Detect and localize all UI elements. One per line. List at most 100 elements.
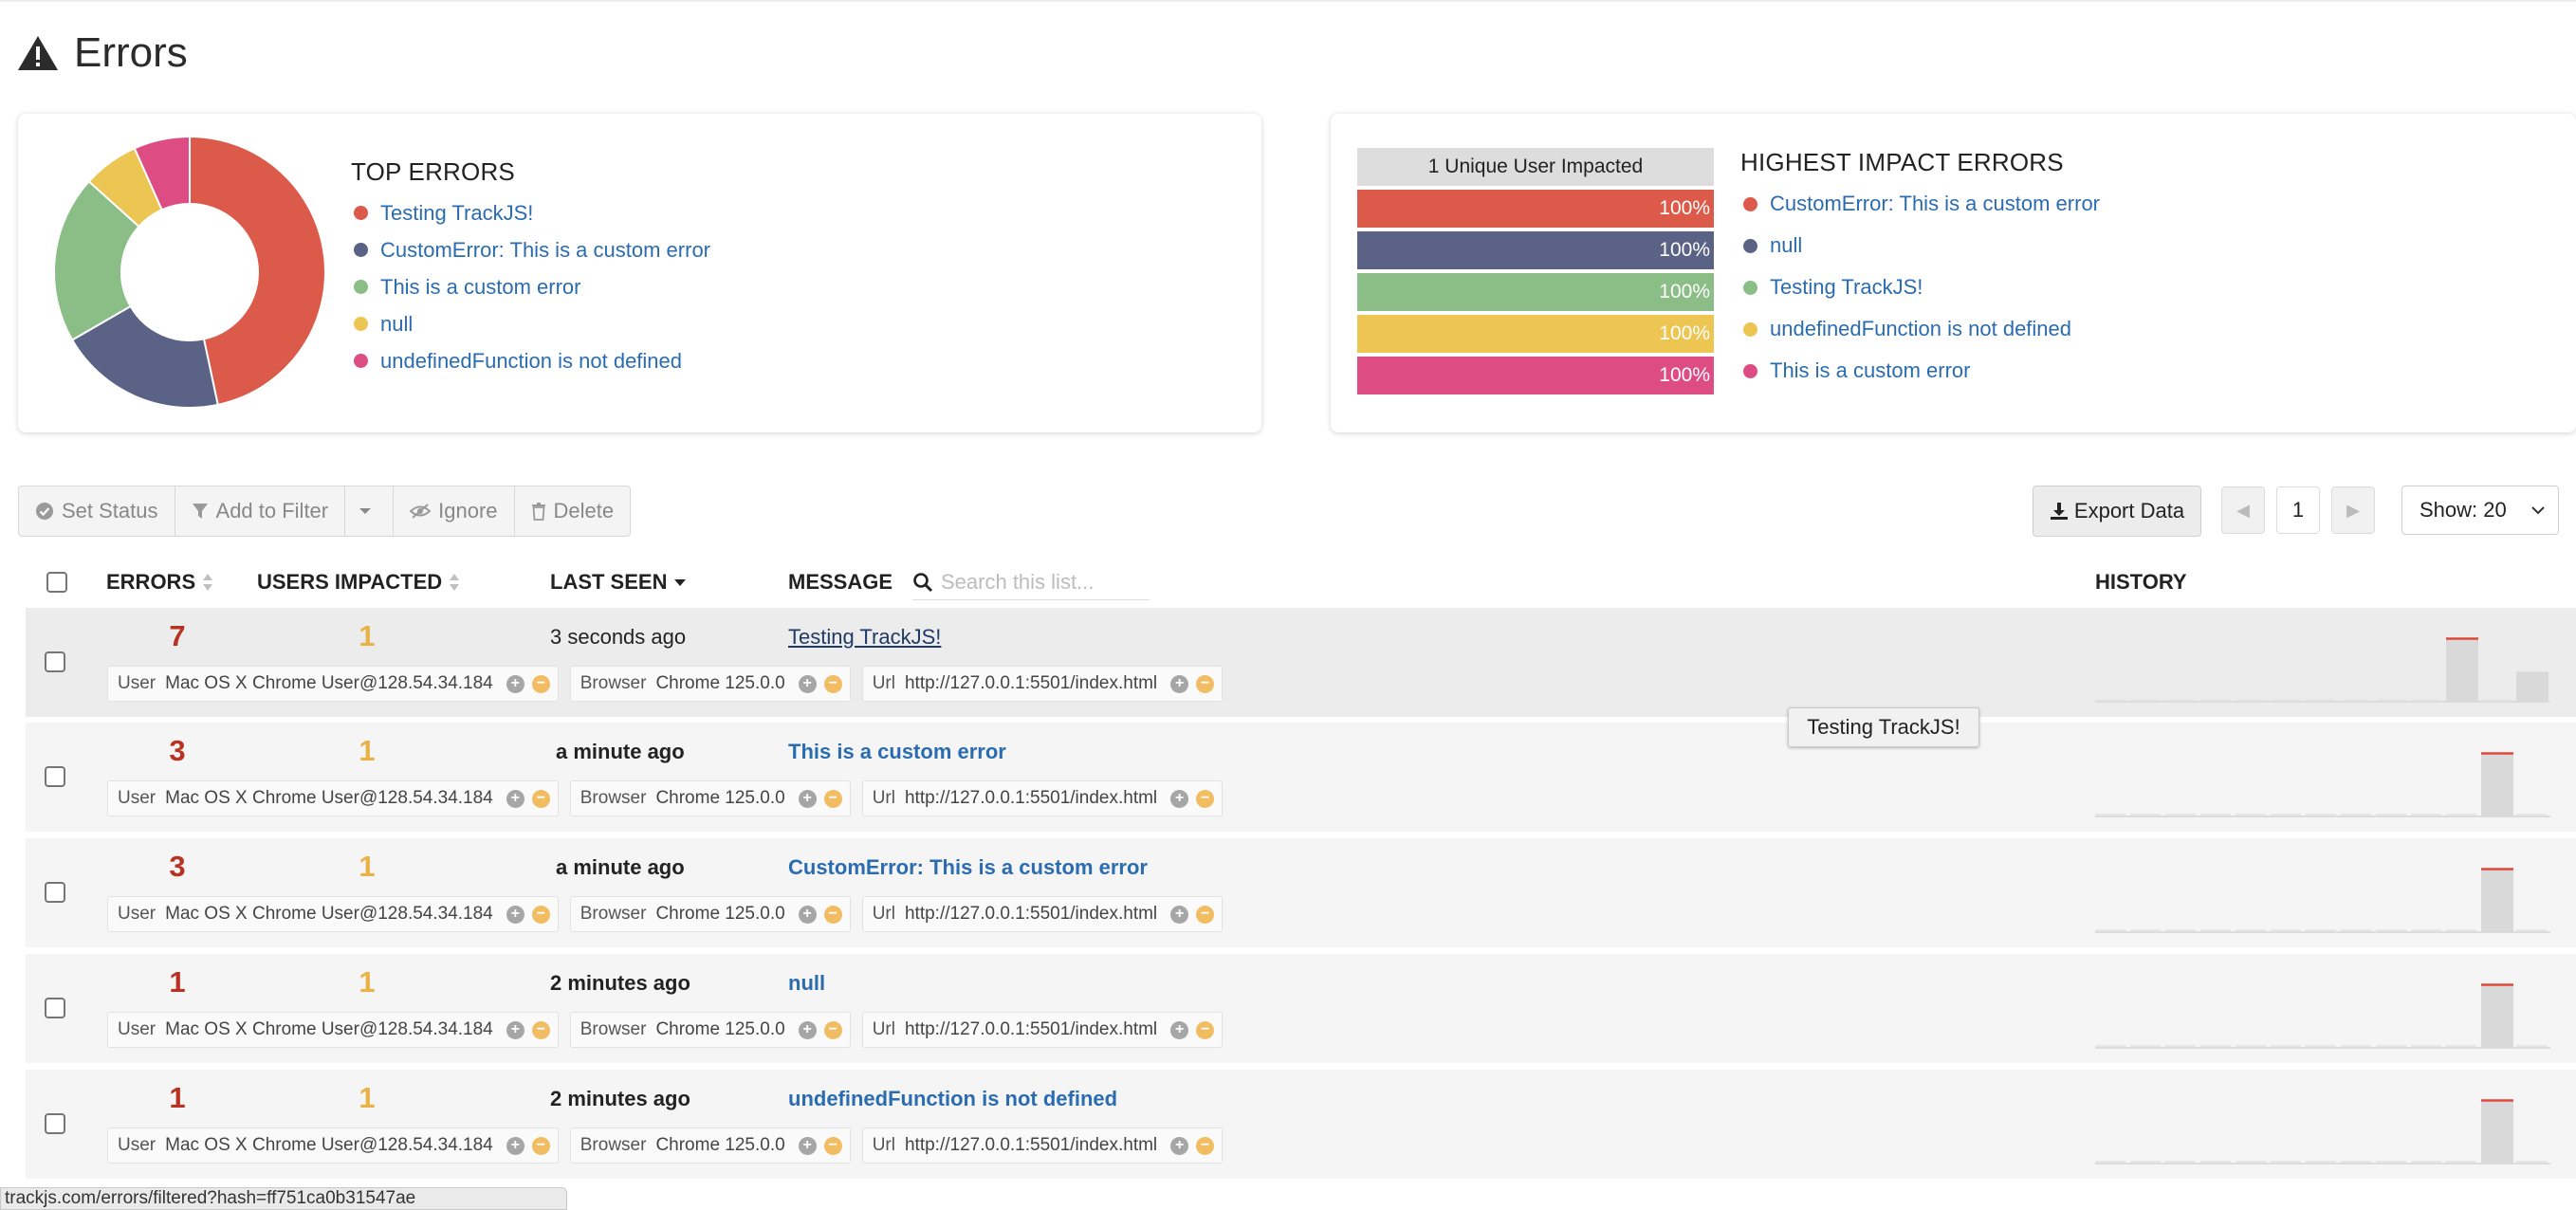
add-filter-icon[interactable]: +: [798, 1136, 817, 1155]
row-checkbox[interactable]: [45, 882, 65, 903]
current-page[interactable]: 1: [2276, 486, 2320, 534]
legend-item[interactable]: This is a custom error: [1740, 350, 2100, 392]
table-row[interactable]: 1 1 2 minutes ago undefinedFunction is not …: [26, 1070, 2576, 1179]
add-filter-icon[interactable]: +: [506, 789, 524, 808]
impact-bar[interactable]: 100%: [1357, 190, 1714, 228]
delete-button[interactable]: Delete: [515, 486, 631, 536]
exclude-filter-icon[interactable]: −: [531, 789, 550, 808]
add-filter-icon[interactable]: +: [506, 905, 524, 924]
exclude-filter-icon[interactable]: −: [823, 905, 842, 924]
add-filter-icon[interactable]: +: [1170, 905, 1189, 924]
row-checkbox[interactable]: [45, 1113, 65, 1134]
impact-bar[interactable]: 100%: [1357, 273, 1714, 311]
legend-item[interactable]: CustomError: This is a custom error: [1740, 183, 2100, 225]
error-message-link[interactable]: This is a custom error: [788, 740, 1006, 764]
exclude-filter-icon[interactable]: −: [823, 789, 842, 808]
add-filter-icon[interactable]: +: [1170, 674, 1189, 693]
error-message-link[interactable]: null: [788, 971, 825, 996]
exclude-filter-icon[interactable]: −: [823, 1020, 842, 1039]
legend-link[interactable]: null: [380, 312, 413, 337]
exclude-filter-icon[interactable]: −: [531, 1020, 550, 1039]
legend-item[interactable]: CustomError: This is a custom error: [351, 231, 710, 268]
legend-link[interactable]: This is a custom error: [380, 275, 581, 300]
table-row[interactable]: 1 1 2 minutes ago null User Mac OS X Chrome U…: [26, 954, 2576, 1063]
add-filter-icon[interactable]: +: [798, 674, 817, 693]
row-checkbox[interactable]: [45, 998, 65, 1018]
tag-key: Url: [872, 1135, 895, 1155]
set-status-button[interactable]: Set Status: [19, 486, 175, 536]
row-tags: User Mac OS X Chrome User@128.54.34.184 + −…: [107, 896, 1234, 932]
legend-link[interactable]: undefinedFunction is not defined: [380, 349, 682, 374]
filter-dropdown-button[interactable]: [345, 486, 395, 536]
next-page-button[interactable]: ▶: [2331, 486, 2375, 534]
legend-item[interactable]: null: [1740, 225, 2100, 266]
legend-link[interactable]: undefinedFunction is not defined: [1770, 317, 2071, 341]
exclude-filter-icon[interactable]: −: [823, 1136, 842, 1155]
tag-key: Browser: [580, 1135, 647, 1155]
select-all-checkbox[interactable]: [46, 572, 67, 593]
users-impacted-column-header[interactable]: USERS IMPACTED: [257, 559, 460, 605]
add-filter-icon[interactable]: +: [506, 1136, 524, 1155]
add-filter-icon[interactable]: +: [506, 1020, 524, 1039]
page-title: Errors: [17, 27, 188, 80]
impact-bar[interactable]: 100%: [1357, 357, 1714, 394]
row-checkbox[interactable]: [45, 766, 65, 787]
add-filter-icon[interactable]: +: [1170, 789, 1189, 808]
legend-link[interactable]: Testing TrackJS!: [1770, 275, 1923, 300]
caret-down-icon: [359, 508, 372, 514]
legend-item[interactable]: null: [351, 305, 710, 342]
row-checkbox[interactable]: [45, 651, 65, 672]
add-filter-icon[interactable]: +: [798, 1020, 817, 1039]
users-impacted-count: 1: [359, 619, 376, 652]
exclude-filter-icon[interactable]: −: [531, 905, 550, 924]
export-data-label: Export Data: [2073, 499, 2185, 522]
page-size-select[interactable]: Show: 20: [2401, 486, 2559, 535]
table-row[interactable]: 7 1 3 seconds ago Testing TrackJS! User Mac O…: [26, 608, 2576, 717]
error-message-link[interactable]: Testing TrackJS!: [788, 625, 941, 650]
legend-dot: [1743, 196, 1757, 211]
select-all-checkbox-cell[interactable]: [46, 559, 67, 605]
error-message-link[interactable]: CustomError: This is a custom error: [788, 855, 1148, 880]
search-input[interactable]: [933, 570, 1144, 595]
legend-item[interactable]: Testing TrackJS!: [351, 194, 710, 231]
legend-link[interactable]: This is a custom error: [1770, 358, 1971, 383]
legend-link[interactable]: CustomError: This is a custom error: [1770, 192, 2100, 216]
exclude-filter-icon[interactable]: −: [823, 674, 842, 693]
exclude-filter-icon[interactable]: −: [1196, 674, 1215, 693]
table-row[interactable]: 3 1 a minute ago CustomError: This is a cus…: [26, 838, 2576, 947]
add-filter-icon[interactable]: +: [506, 674, 524, 693]
add-filter-icon[interactable]: +: [1170, 1020, 1189, 1039]
ignore-button[interactable]: Ignore: [394, 486, 515, 536]
sort-icon: [450, 574, 460, 591]
legend-link[interactable]: Testing TrackJS!: [380, 201, 533, 226]
prev-page-button[interactable]: ◀: [2221, 486, 2265, 534]
impact-bar[interactable]: 100%: [1357, 231, 1714, 269]
user-tag: User Mac OS X Chrome User@128.54.34.184 + −: [107, 780, 559, 816]
legend-item[interactable]: Testing TrackJS!: [1740, 266, 2100, 308]
legend-link[interactable]: CustomError: This is a custom error: [380, 238, 710, 263]
add-filter-icon[interactable]: +: [798, 905, 817, 924]
export-data-button[interactable]: Export Data: [2033, 486, 2201, 537]
exclude-filter-icon[interactable]: −: [1196, 905, 1215, 924]
add-filter-icon[interactable]: +: [798, 789, 817, 808]
legend-item[interactable]: undefinedFunction is not defined: [1740, 308, 2100, 350]
history-bar: [2481, 753, 2513, 816]
legend-item[interactable]: undefinedFunction is not defined: [351, 342, 710, 379]
top-divider: [0, 0, 2576, 2]
error-message-link[interactable]: undefinedFunction is not defined: [788, 1087, 1117, 1111]
legend-item[interactable]: This is a custom error: [351, 268, 710, 305]
add-to-filter-button[interactable]: Add to Filter: [175, 486, 346, 536]
legend-link[interactable]: null: [1770, 233, 1802, 258]
impact-bar-label: 100%: [1659, 239, 1710, 261]
table-row[interactable]: 3 1 a minute ago This is a custom error User…: [26, 723, 2576, 832]
add-filter-icon[interactable]: +: [1170, 1136, 1189, 1155]
errors-column-header[interactable]: ERRORS: [106, 559, 213, 605]
exclude-filter-icon[interactable]: −: [531, 674, 550, 693]
exclude-filter-icon[interactable]: −: [1196, 1136, 1215, 1155]
exclude-filter-icon[interactable]: −: [1196, 1020, 1215, 1039]
table-header: ERRORS USERS IMPACTED LAST SEEN MESSAGE …: [0, 559, 2576, 605]
exclude-filter-icon[interactable]: −: [1196, 789, 1215, 808]
impact-bar[interactable]: 100%: [1357, 315, 1714, 353]
exclude-filter-icon[interactable]: −: [531, 1136, 550, 1155]
last-seen-column-header[interactable]: LAST SEEN: [550, 559, 687, 605]
